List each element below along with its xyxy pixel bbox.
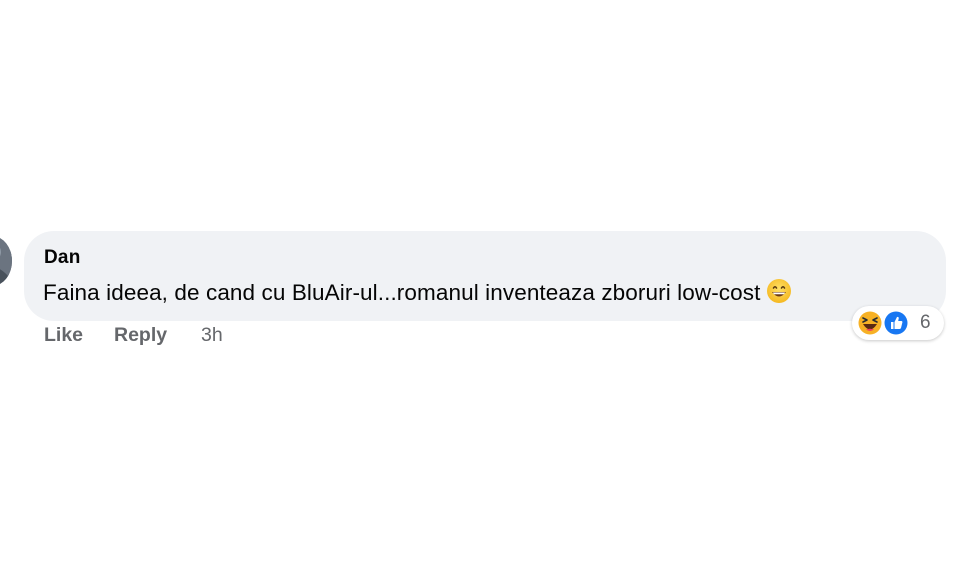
reactions-summary[interactable]: 6 — [852, 306, 944, 340]
comment-bubble: Dan Faina ideea, de cand cu BluAir-ul...… — [24, 231, 946, 321]
comment-text-line: Faina ideea, de cand cu BluAir-ul...roma… — [43, 278, 792, 310]
comment-author[interactable]: Dan — [44, 247, 81, 269]
comment-timestamp[interactable]: 3h — [201, 324, 223, 347]
haha-reaction-icon — [856, 309, 884, 337]
grinning-face-icon — [766, 278, 792, 310]
like-reaction-icon — [882, 309, 910, 337]
comment-text: Faina ideea, de cand cu BluAir-ul...roma… — [43, 280, 761, 305]
reply-button[interactable]: Reply — [114, 324, 167, 347]
like-button[interactable]: Like — [44, 324, 83, 347]
reaction-count: 6 — [920, 312, 931, 333]
avatar[interactable] — [0, 236, 12, 286]
